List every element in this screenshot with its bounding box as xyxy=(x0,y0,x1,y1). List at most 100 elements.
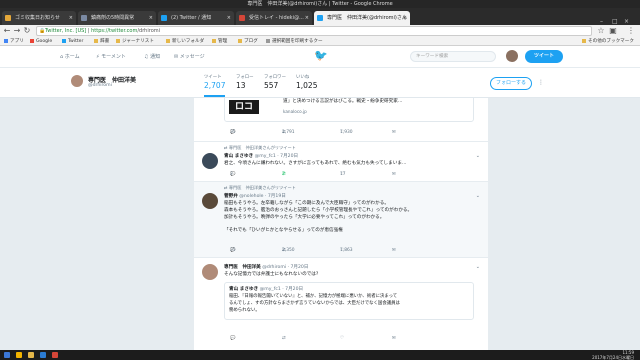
twitter-icon xyxy=(161,15,167,21)
close-icon[interactable]: × xyxy=(227,11,231,25)
close-icon[interactable]: × xyxy=(305,11,309,25)
bookmark-other[interactable]: その他のブックマーク xyxy=(582,37,634,46)
nav-messages[interactable]: ✉ メッセージ xyxy=(174,53,205,60)
retweet-icon: ⇄ xyxy=(282,336,286,341)
search-input[interactable]: キーワード検索 xyxy=(410,51,496,62)
avatar[interactable] xyxy=(202,193,218,209)
tab-gmail[interactable]: 受信トレイ - hideki@... × xyxy=(236,11,312,25)
retweet-note: ⇄ 専門医 仲田洋美さんがリツイート xyxy=(224,185,296,190)
google-icon xyxy=(30,38,34,43)
window-title: 専門医 仲田洋美(@drhiromi)さん | Twitter - Google… xyxy=(0,0,640,8)
tweet-text: そんな記憶力では弁護士にもなれないのでは? xyxy=(224,272,319,277)
stat-followers[interactable]: フォロワー 557 xyxy=(264,74,286,90)
stat-tweets[interactable]: ツイート 2,707 xyxy=(204,74,226,97)
gmail-icon xyxy=(239,15,245,21)
maximize-icon[interactable]: □ xyxy=(612,18,618,25)
chrome-icon[interactable] xyxy=(16,352,22,358)
tweet-item[interactable]: ロコ 道」と決めつける言説がはびこる。戦史・紛争史研究家… kanaloco.j… xyxy=(194,98,488,142)
minimize-icon[interactable]: – xyxy=(600,18,603,25)
profile-handle: @drhiromi xyxy=(88,83,112,88)
retweet-note: ⇄ 専門医 仲田洋美さんがリツイート xyxy=(224,145,296,150)
word-icon[interactable] xyxy=(40,352,46,358)
mail-icon: ✉ xyxy=(392,336,396,341)
tab-favicon-icon xyxy=(5,15,11,21)
folder-icon[interactable] xyxy=(28,352,34,358)
tweet-item[interactable]: ⇄ 専門医 仲田洋美さんがリツイート 青山 まさゆき @my_fc1 · 7月2… xyxy=(194,142,488,182)
page-icon xyxy=(266,38,270,43)
nav-notifications[interactable]: ♫ 通知 xyxy=(144,53,160,60)
profile-avatar[interactable] xyxy=(70,74,84,88)
folder-icon xyxy=(94,38,98,43)
bookmark-admin[interactable]: 管理 xyxy=(212,37,227,46)
system-clock[interactable]: 11:59 2017年7月24日水曜日 xyxy=(592,350,634,360)
profile-bar: 専門医 仲田洋美 @drhiromi ツイート 2,707 フォロー 13 フォ… xyxy=(0,68,640,98)
lock-icon: 🔒 xyxy=(39,28,46,34)
avatar[interactable] xyxy=(202,153,218,169)
avatar[interactable] xyxy=(202,264,218,280)
tweet-button[interactable]: ツイート xyxy=(525,50,563,63)
quoted-text: 稲田、『日報の報告聞いていない』と、補か、記憶力が極端に悪いか、術者に決まって … xyxy=(229,294,400,313)
tab-twitter-notifications[interactable]: (2) Twitter / 通知 × xyxy=(158,11,234,25)
start-icon[interactable] xyxy=(4,352,10,358)
close-icon[interactable]: × xyxy=(69,11,73,25)
chevron-down-icon[interactable]: ⌄ xyxy=(476,193,480,199)
avatar[interactable] xyxy=(506,50,518,62)
bookmark-dictionary[interactable]: 辞書 xyxy=(94,37,109,46)
bookmark-apps[interactable]: アプリ xyxy=(4,37,24,46)
close-icon[interactable]: × xyxy=(149,11,153,25)
tab-painkiller[interactable]: 鎮痛剤の5時間異常 × xyxy=(78,11,156,25)
folder-icon xyxy=(212,38,216,43)
forward-icon[interactable]: → xyxy=(12,26,22,36)
taskbar: 11:59 2017年7月24日水曜日 xyxy=(0,350,640,360)
close-window-icon[interactable]: × xyxy=(624,18,629,25)
address-bar[interactable]: 🔒 Twitter, Inc. [US] | https://twitter.c… xyxy=(36,26,592,36)
quoted-tweet[interactable]: 青山 まさゆき @my_fc1 · 7月20日 稲田、『日報の報告聞いていない』… xyxy=(224,282,474,320)
tweet-text: 稲田もそうやろ。左卒籍しながら「この期に及んで大臣職守」ってのがわかる。 森本も… xyxy=(224,201,413,233)
nav-moments[interactable]: ⚡ モーメント xyxy=(96,53,126,60)
bookmark-blog[interactable]: ブログ xyxy=(238,37,258,46)
twitter-bird-icon[interactable]: 🐦 xyxy=(314,50,328,62)
bookmark-journalist[interactable]: ジャーナリスト xyxy=(116,37,154,46)
tweet-header: 菅野弁 @nolehole · 7月19日 xyxy=(224,194,286,199)
tweet-item[interactable]: ⇄ 専門医 仲田洋美さんがリツイート 菅野弁 @nolehole · 7月19日… xyxy=(194,182,488,258)
chevron-down-icon[interactable]: ⌄ xyxy=(476,153,480,159)
stat-following[interactable]: フォロー 13 xyxy=(236,74,254,90)
link-card[interactable]: ロコ 道」と決めつける言説がはびこる。戦史・紛争史研究家… kanaloco.j… xyxy=(224,98,474,122)
bookmarks-bar: アプリ Google Twitter 辞書 ジャーナリスト 新しいフォルダ 管理… xyxy=(0,37,640,46)
tweet-item[interactable]: 専門医 仲田洋美 @drhiromi · 7月20日 ⌄ そんな記憶力では弁護士… xyxy=(194,258,488,350)
stat-likes[interactable]: いいね 1,025 xyxy=(296,74,317,90)
tweet-header: 青山 まさゆき @my_fc1 · 7月20日 xyxy=(224,154,299,159)
reload-icon[interactable]: ↻ xyxy=(22,26,32,36)
twitter-icon xyxy=(62,38,66,43)
menu-icon[interactable]: ⋮ xyxy=(626,26,636,36)
tab-strip: ゴミ収集日お知らせ × 鎮痛剤の5時間異常 × (2) Twitter / 通知 × … xyxy=(0,8,640,25)
follow-button[interactable]: フォローする xyxy=(490,77,532,90)
mail-icon: ✉ xyxy=(392,248,396,253)
timeline: ロコ 道」と決めつける言説がはびこる。戦史・紛争史研究家… kanaloco.j… xyxy=(194,98,488,350)
extension-icon[interactable]: ▣ xyxy=(608,26,618,36)
tab-garbage[interactable]: ゴミ収集日お知らせ × xyxy=(2,11,76,25)
folder-icon xyxy=(238,38,242,43)
app-icon[interactable] xyxy=(52,352,58,358)
browser-toolbar: ← → ↻ 🔒 Twitter, Inc. [US] | https://twi… xyxy=(0,25,640,37)
close-icon[interactable]: × xyxy=(403,11,407,25)
folder-icon xyxy=(166,38,170,43)
bookmark-twitter[interactable]: Twitter xyxy=(62,37,83,46)
reply-icon: 💬 xyxy=(230,336,236,341)
tab-profile-active[interactable]: 専門医 仲田洋美(@drhiromi)さん × xyxy=(314,11,410,25)
heart-icon: ♡ xyxy=(340,336,344,341)
bookmark-google[interactable]: Google xyxy=(30,37,52,46)
star-icon[interactable]: ☆ xyxy=(596,26,606,36)
more-options-icon[interactable]: ⋮ xyxy=(538,79,544,86)
tweet-header: 専門医 仲田洋美 @drhiromi · 7月20日 xyxy=(224,265,309,270)
tweet-text: 君之、今頃さんに嫌われない。さすがに言ってもあれで、絶むも気力も失ってしまいま… xyxy=(224,161,407,166)
chevron-down-icon[interactable]: ⌄ xyxy=(476,264,480,270)
tab-favicon-icon xyxy=(81,15,87,21)
nav-home[interactable]: ⌂ ホーム xyxy=(60,53,80,60)
back-icon[interactable]: ← xyxy=(2,26,12,36)
link-card-logo: ロコ xyxy=(229,100,259,114)
bookmark-print-selection[interactable]: 選択範囲を印刷するクー xyxy=(266,37,323,46)
mail-icon: ✉ xyxy=(392,130,396,135)
link-card-text: 道」と決めつける言説がはびこる。戦史・紛争史研究家… xyxy=(283,99,403,104)
bookmark-new-folder[interactable]: 新しいフォルダ xyxy=(166,37,204,46)
